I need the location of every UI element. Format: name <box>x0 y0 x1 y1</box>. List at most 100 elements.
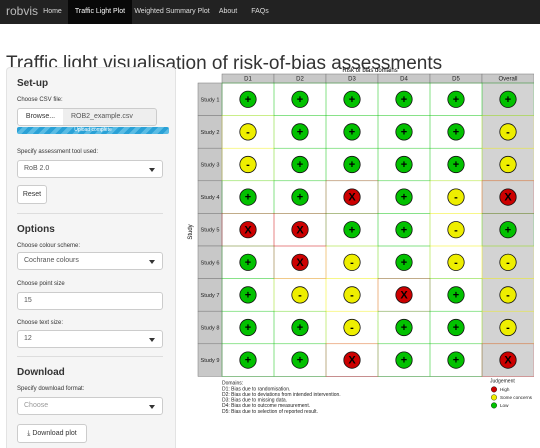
column-header: D2 <box>296 77 304 83</box>
judgement-symbol: + <box>349 224 355 236</box>
colour-select[interactable]: Cochrane colours <box>17 252 163 270</box>
judgement-symbol: + <box>401 159 407 171</box>
upload-progress-bar: Upload complete <box>17 127 169 134</box>
upload-status: Upload complete <box>74 127 112 133</box>
legend-swatch <box>491 394 498 401</box>
download-plot-button[interactable]: ⤓ Download plot <box>17 424 87 443</box>
judgement-symbol: - <box>454 257 458 269</box>
row-header: Study 1 <box>201 97 220 103</box>
judgement-symbol: + <box>453 159 459 171</box>
legend-swatch <box>491 386 498 393</box>
legend-label: High <box>500 387 510 392</box>
chart-title: Risk of bias domains <box>342 68 397 74</box>
judgement-symbol: + <box>245 322 251 334</box>
judgement-symbol: + <box>401 127 407 139</box>
judgement-symbol: + <box>245 94 251 106</box>
judgement-symbol: X <box>348 355 356 367</box>
tool-value: RoB 2.0 <box>24 165 50 172</box>
column-header: D4 <box>400 77 408 83</box>
row-header: Study 6 <box>201 260 220 266</box>
reset-button[interactable]: Reset <box>17 185 47 204</box>
y-axis-label: Study <box>188 224 194 239</box>
judgement-symbol: + <box>297 94 303 106</box>
judgement-symbol: - <box>454 224 458 236</box>
row-header: Study 8 <box>201 326 220 332</box>
judgement-symbol: + <box>297 159 303 171</box>
judgement-symbol: - <box>350 290 354 302</box>
brand-logo[interactable]: robvis <box>6 4 38 18</box>
judgement-symbol: + <box>297 322 303 334</box>
nav-faqs[interactable]: FAQs <box>244 0 276 24</box>
chevron-down-icon <box>149 260 155 264</box>
judgement-symbol: - <box>298 290 302 302</box>
judgement-symbol: + <box>349 94 355 106</box>
sidebar-panel: Set-up Choose CSV file: Browse... ROB2_e… <box>6 67 176 448</box>
judgement-symbol: + <box>401 94 407 106</box>
judgement-symbol: + <box>297 355 303 367</box>
judgement-symbol: + <box>297 127 303 139</box>
judgement-symbol: + <box>453 290 459 302</box>
download-heading: Download <box>17 367 65 378</box>
row-header: Study 7 <box>201 293 220 299</box>
judgement-symbol: X <box>400 290 408 302</box>
tool-select[interactable]: RoB 2.0 <box>17 160 163 178</box>
legend-title: Judgement <box>490 378 515 384</box>
judgement-symbol: + <box>401 257 407 269</box>
judgement-symbol: - <box>350 322 354 334</box>
options-heading: Options <box>17 224 55 235</box>
judgement-symbol: - <box>506 127 510 139</box>
legend-label: Some concerns <box>500 395 533 400</box>
judgement-symbol: X <box>244 224 252 236</box>
judgement-symbol: + <box>453 127 459 139</box>
domain-note: D5: Bias due to selection of reported re… <box>222 409 318 415</box>
judgement-symbol: + <box>453 322 459 334</box>
row-header: Study 9 <box>201 358 220 364</box>
chevron-down-icon <box>149 405 155 409</box>
download-plot-label: Download plot <box>32 430 77 437</box>
browse-button[interactable]: Browse... <box>17 108 64 126</box>
judgement-symbol: X <box>296 224 304 236</box>
judgement-symbol: + <box>505 94 511 106</box>
divider <box>17 356 163 357</box>
judgement-symbol: X <box>504 192 512 204</box>
format-select[interactable]: Choose <box>17 397 163 415</box>
column-header: D1 <box>244 77 252 83</box>
chevron-down-icon <box>149 338 155 342</box>
nav-about[interactable]: About <box>212 0 244 24</box>
judgement-symbol: + <box>245 192 251 204</box>
judgement-symbol: + <box>349 127 355 139</box>
traffic-light-plot: Risk of bias domains Study D1 D2 D3 D4 D5 Ove… <box>188 68 534 415</box>
judgement-symbol: + <box>453 94 459 106</box>
nav-home[interactable]: Home <box>37 0 68 24</box>
row-header: Study 4 <box>201 195 220 201</box>
text-size-select[interactable]: 12 <box>17 330 163 348</box>
judgement-symbol: - <box>506 159 510 171</box>
judgement-symbol: + <box>453 355 459 367</box>
judgement-symbol: X <box>296 257 304 269</box>
nav-traffic-light-plot[interactable]: Traffic Light Plot <box>68 0 132 24</box>
nav-weighted-summary-plot[interactable]: Weighted Summary Plot <box>132 0 212 24</box>
judgement-symbol: - <box>506 257 510 269</box>
judgement-symbol: + <box>401 192 407 204</box>
point-size-label: Choose point size <box>17 281 65 287</box>
judgement-symbol: + <box>297 192 303 204</box>
navbar: robvis Home Traffic Light Plot Weighted … <box>0 0 540 24</box>
column-header: D5 <box>452 77 460 83</box>
judgement-symbol: + <box>349 159 355 171</box>
column-header: D3 <box>348 77 356 83</box>
row-header: Study 2 <box>201 130 220 136</box>
judgement-symbol: + <box>401 355 407 367</box>
file-name-field[interactable]: ROB2_example.csv <box>63 108 157 126</box>
csv-label: Choose CSV file: <box>17 97 63 103</box>
colour-label: Choose colour scheme: <box>17 243 81 249</box>
judgement-symbol: + <box>505 224 511 236</box>
judgement-symbol: + <box>401 224 407 236</box>
row-header: Study 5 <box>201 228 220 234</box>
judgement-symbol: + <box>245 355 251 367</box>
judgement-symbol: X <box>504 355 512 367</box>
text-size-value: 12 <box>24 335 32 342</box>
judgement-symbol: + <box>401 322 407 334</box>
judgement-symbol: + <box>245 290 251 302</box>
point-size-input[interactable]: 15 <box>17 292 163 310</box>
chevron-down-icon <box>149 168 155 172</box>
